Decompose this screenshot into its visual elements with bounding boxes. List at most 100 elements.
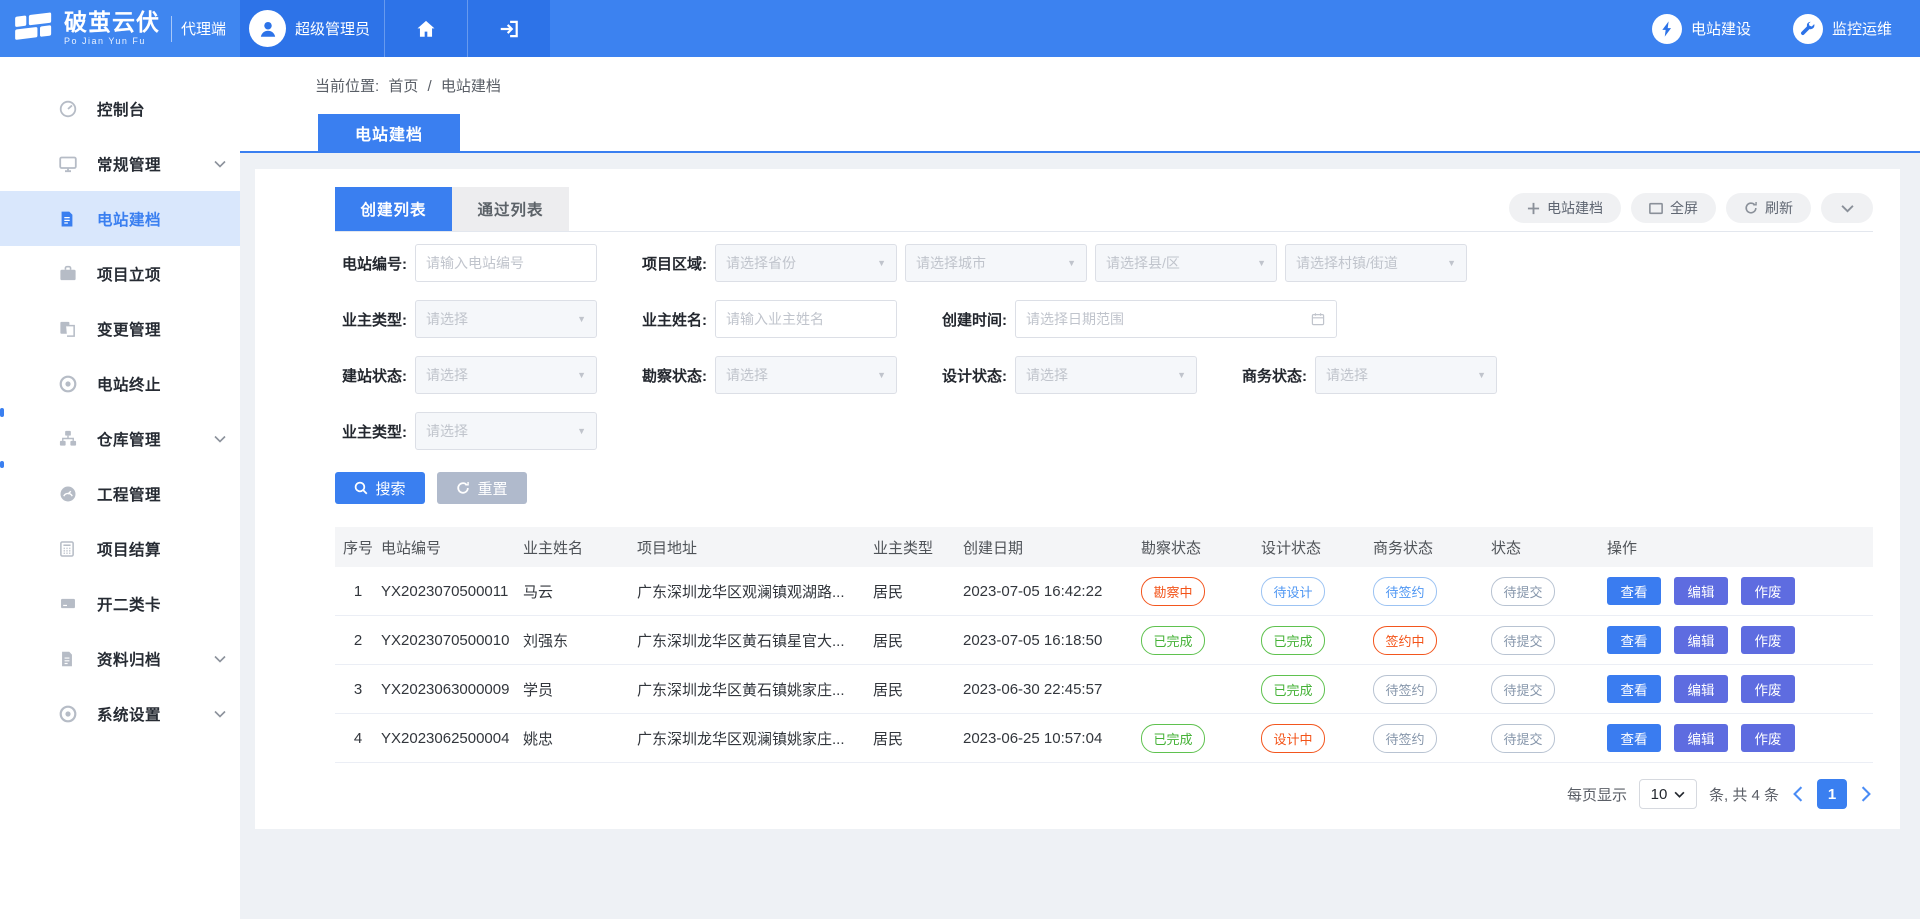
sidebar: 控制台 常规管理 电站建档 [0,57,240,919]
survey-status-select[interactable]: 请选择 ▼ [715,356,897,394]
status-badge: 签约中 [1373,626,1437,655]
tab-create-list[interactable]: 创建列表 [335,187,452,231]
edit-button[interactable]: 编辑 [1674,724,1728,752]
design-status-select[interactable]: 请选择 ▼ [1015,356,1197,394]
edit-button[interactable]: 编辑 [1674,577,1728,605]
sidebar-scrollbar-thumb[interactable] [0,408,4,417]
nav-monitor-ops[interactable]: 监控运维 [1793,0,1892,57]
province-select[interactable]: 请选择省份 ▼ [715,244,897,282]
caret-down-icon: ▼ [1477,370,1486,380]
build-status-select[interactable]: 请选择 ▼ [415,356,597,394]
create-time-label: 创建时间: [935,309,1007,330]
survey-status-label: 勘察状态: [635,365,707,386]
per-page-label: 每页显示 [1567,784,1627,805]
edit-button[interactable]: 编辑 [1674,626,1728,654]
view-button[interactable]: 查看 [1607,626,1661,654]
archive-file-icon [58,649,80,669]
logout-button[interactable] [467,0,550,57]
sidebar-item-label: 资料归档 [97,648,161,670]
home-button[interactable] [384,0,467,57]
cell-station-code: YX2023070500011 [381,583,523,600]
edit-button[interactable]: 编辑 [1674,675,1728,703]
business-status-select[interactable]: 请选择 ▼ [1315,356,1497,394]
sidebar-item-label: 电站终止 [97,373,161,395]
table-row: 2 YX2023070500010 刘强东 广东深圳龙华区黄石镇星官大... 居… [335,616,1873,665]
settings-icon [58,704,80,724]
caret-down-icon: ▼ [577,426,586,436]
sidebar-item-engineering-mgmt[interactable]: 工程管理 [0,466,240,521]
collapse-filters-button[interactable] [1821,193,1873,223]
breadcrumb-home-link[interactable]: 首页 [388,78,418,95]
build-status-label: 建站状态: [335,365,407,386]
sidebar-item-station-archive[interactable]: 电站建档 [0,191,240,246]
user-menu[interactable]: 超级管理员 [240,0,384,57]
void-button[interactable]: 作废 [1741,577,1795,605]
owner-name-input[interactable] [715,300,897,338]
town-select[interactable]: 请选择村镇/街道 ▼ [1285,244,1467,282]
refresh-button[interactable]: 刷新 [1726,193,1811,223]
void-button[interactable]: 作废 [1741,724,1795,752]
county-select[interactable]: 请选择县/区 ▼ [1095,244,1277,282]
stop-circle-icon [58,374,80,394]
user-name: 超级管理员 [295,18,370,39]
col-survey-status: 勘察状态 [1141,537,1261,558]
sidebar-item-station-terminate[interactable]: 电站终止 [0,356,240,411]
status-badge: 待提交 [1491,577,1555,606]
sidebar-item-change-mgmt[interactable]: 变更管理 [0,301,240,356]
nav-station-build[interactable]: 电站建设 [1652,0,1751,57]
reset-button[interactable]: 重置 [437,472,527,504]
status-badge: 待签约 [1373,577,1437,606]
view-button[interactable]: 查看 [1607,577,1661,605]
owner-type-select[interactable]: 请选择 ▼ [415,300,597,338]
page-tab-station-archive[interactable]: 电站建档 [318,114,460,151]
sidebar-item-data-archive[interactable]: 资料归档 [0,631,240,686]
sidebar-item-label: 仓库管理 [97,428,161,450]
region-label: 项目区域: [635,253,707,274]
tab-passed-list[interactable]: 通过列表 [452,187,569,231]
create-time-range-input[interactable]: 请选择日期范围 [1015,300,1337,338]
search-button[interactable]: 搜索 [335,472,425,504]
fullscreen-icon [1649,202,1663,215]
sidebar-item-label: 工程管理 [97,483,161,505]
sidebar-item-project-settlement[interactable]: 项目结算 [0,521,240,576]
page-number-button[interactable]: 1 [1817,779,1847,809]
sidebar-item-label: 变更管理 [97,318,161,340]
calculator-icon [58,539,80,559]
app-root: 破茧云伏 Po Jian Yun Fu 代理端 超级管理员 [0,0,1920,919]
nav-label: 监控运维 [1832,18,1892,39]
cell-station-code: YX2023070500010 [381,632,523,649]
view-button[interactable]: 查看 [1607,724,1661,752]
solar-tiles-icon [13,11,55,47]
sidebar-item-open-class2-card[interactable]: 开二类卡 [0,576,240,631]
owner-type2-select[interactable]: 请选择 ▼ [415,412,597,450]
sidebar-item-label: 开二类卡 [97,593,161,615]
brand-subtitle: Po Jian Yun Fu [64,37,160,46]
breadcrumb-prefix: 当前位置: [315,78,379,95]
sidebar-item-system-settings[interactable]: 系统设置 [0,686,240,741]
status-badge: 待提交 [1491,724,1555,753]
void-button[interactable]: 作废 [1741,675,1795,703]
station-no-input[interactable] [415,244,597,282]
caret-down-icon: ▼ [1447,258,1456,268]
prev-page-button[interactable] [1791,786,1805,802]
void-button[interactable]: 作废 [1741,626,1795,654]
avatar [249,10,286,47]
sidebar-scrollbar-thumb[interactable] [0,461,4,468]
sidebar-item-general-mgmt[interactable]: 常规管理 [0,136,240,191]
cell-index: 2 [335,632,381,649]
breadcrumb-separator: / [428,78,432,95]
col-business-status: 商务状态 [1373,537,1491,558]
sidebar-item-console[interactable]: 控制台 [0,81,240,136]
sidebar-item-warehouse-mgmt[interactable]: 仓库管理 [0,411,240,466]
view-button[interactable]: 查看 [1607,675,1661,703]
sidebar-item-project-initiation[interactable]: 项目立项 [0,246,240,301]
plus-icon [1527,202,1540,215]
next-page-button[interactable] [1859,786,1873,802]
city-select[interactable]: 请选择城市 ▼ [905,244,1087,282]
cell-created: 2023-07-05 16:42:22 [963,583,1141,600]
wrench-icon [1793,14,1823,44]
fullscreen-button[interactable]: 全屏 [1631,193,1716,223]
page-size-select[interactable]: 10 [1639,779,1697,809]
cell-owner-name: 刘强东 [523,630,637,651]
add-station-button[interactable]: 电站建档 [1509,193,1621,223]
